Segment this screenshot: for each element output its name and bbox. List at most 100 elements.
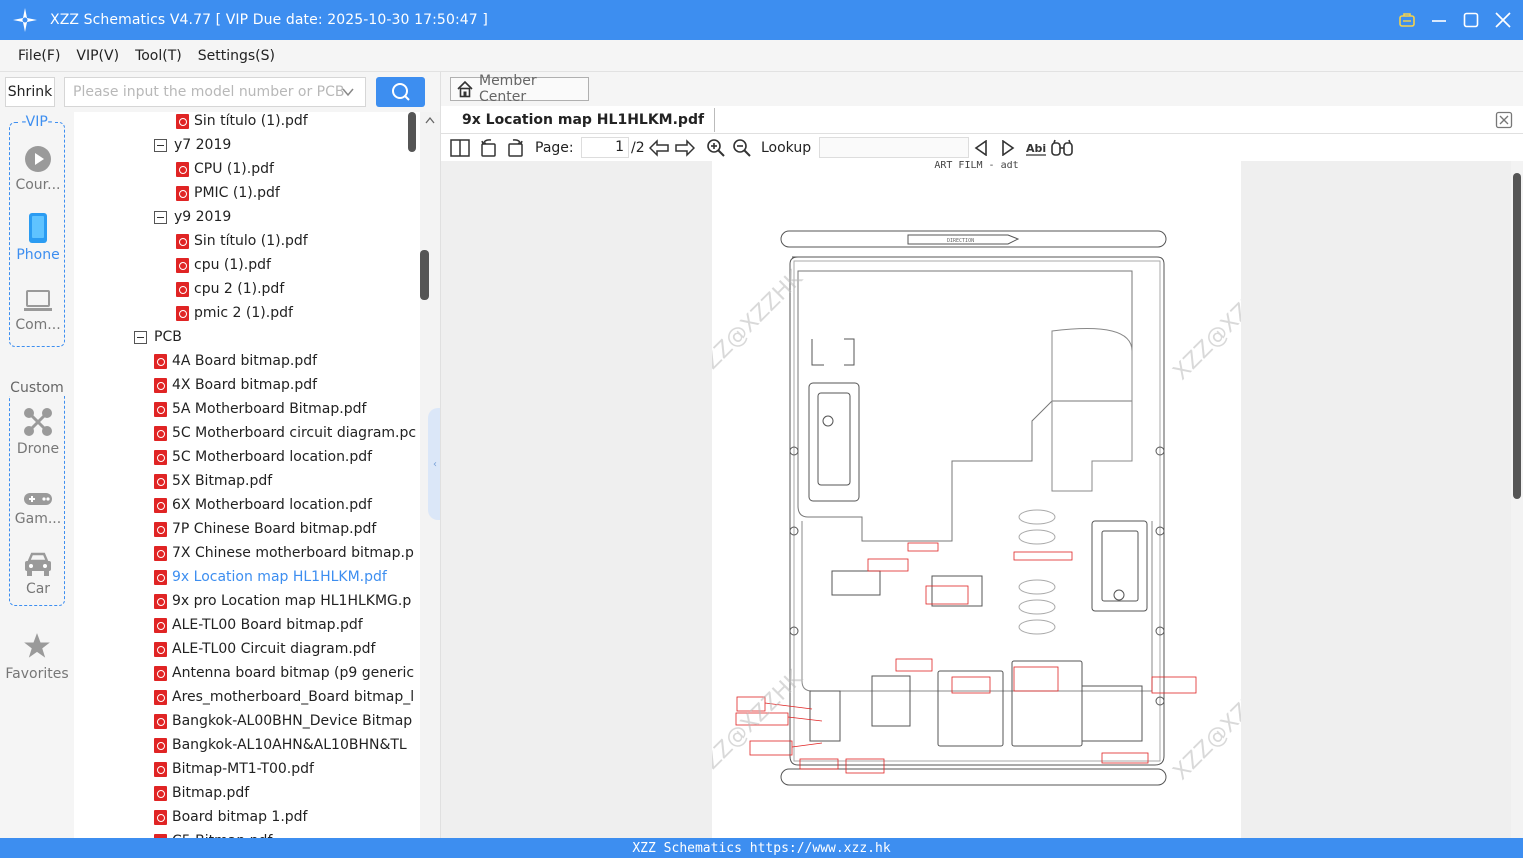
tree-item-label: ALE-TL00 Circuit diagram.pdf: [172, 641, 376, 657]
favorites-button[interactable]: Favorites: [0, 630, 74, 682]
tree-file[interactable]: Sin título (1).pdf: [176, 112, 308, 133]
tree-item-label: 7P Chinese Board bitmap.pdf: [172, 521, 377, 537]
minimize-icon[interactable]: [1429, 10, 1449, 30]
tree-item-label: Bitmap-MT1-T00.pdf: [172, 761, 314, 777]
search-button[interactable]: [376, 77, 425, 107]
tree-file[interactable]: cpu (1).pdf: [176, 253, 271, 277]
document-canvas[interactable]: ART FILM - adt DIRECTION XZZ@XZZHK XZZ@X…: [440, 161, 1511, 838]
find-next-icon[interactable]: [1001, 137, 1015, 159]
pdf-file-icon: [154, 521, 167, 537]
tree-item-label: 6X Motherboard location.pdf: [172, 497, 372, 513]
page-number-input[interactable]: 1: [581, 137, 629, 158]
tree-file[interactable]: 4A Board bitmap.pdf: [154, 349, 317, 373]
collapse-toggle-icon[interactable]: [154, 138, 167, 152]
find-previous-icon[interactable]: [974, 137, 988, 159]
close-tab-icon[interactable]: [1495, 111, 1513, 129]
board-location-map: DIRECTION XZZ@XZZHK XZZ@XZZHK XZZ@XZZHK …: [712, 230, 1241, 786]
tree-file[interactable]: Bitmap-MT1-T00.pdf: [154, 757, 314, 781]
tree-item-label: cpu (1).pdf: [194, 257, 271, 273]
tree-file[interactable]: 4X Board bitmap.pdf: [154, 373, 317, 397]
pdf-file-icon: [154, 449, 167, 465]
tree-file[interactable]: ALE-TL00 Circuit diagram.pdf: [154, 637, 376, 661]
zoom-in-icon[interactable]: [706, 137, 726, 159]
rotate-left-icon[interactable]: [479, 137, 499, 159]
category-courses[interactable]: Cour...: [10, 143, 66, 193]
tree-file[interactable]: pmic 2 (1).pdf: [176, 301, 293, 325]
tree-file[interactable]: 5C Motherboard location.pdf: [154, 445, 372, 469]
tree-item-label: 5C Motherboard location.pdf: [172, 449, 373, 465]
tree-file[interactable]: Bangkok-AL00BHN_Device Bitmap: [154, 709, 412, 733]
star-icon: [0, 630, 74, 660]
tree-item-label: Board bitmap 1.pdf: [172, 809, 308, 825]
lookup-input[interactable]: [819, 137, 969, 158]
tree-scrollbar-thumb[interactable]: [420, 250, 429, 300]
vip-group-title: -VIP-: [19, 114, 55, 130]
rotate-right-icon[interactable]: [505, 137, 525, 159]
tree-item-label: PCB: [154, 329, 182, 345]
tree-file[interactable]: 5X Bitmap.pdf: [154, 469, 272, 493]
next-page-icon[interactable]: [675, 137, 695, 159]
category-game[interactable]: Gam...: [10, 477, 66, 527]
tree-file[interactable]: PMIC (1).pdf: [176, 181, 280, 205]
find-all-icon[interactable]: [1051, 137, 1073, 159]
tree-folder[interactable]: y9 2019: [154, 205, 231, 229]
chevron-down-icon[interactable]: [341, 85, 355, 103]
zoom-out-icon[interactable]: [732, 137, 752, 159]
document-scrollbar-thumb[interactable]: [1513, 173, 1521, 499]
tree-file[interactable]: 5C Motherboard circuit diagram.pc: [154, 421, 416, 445]
close-icon[interactable]: [1493, 10, 1513, 30]
category-car[interactable]: Car: [10, 547, 66, 597]
tree-file[interactable]: Board bitmap 1.pdf: [154, 805, 307, 829]
skin-icon[interactable]: [1397, 10, 1417, 30]
tree-folder[interactable]: PCB: [134, 325, 182, 349]
tree-file[interactable]: 7X Chinese motherboard bitmap.p: [154, 541, 414, 565]
pdf-file-icon: [154, 473, 167, 489]
menu-file[interactable]: File(F): [18, 48, 60, 64]
pdf-file-icon: [154, 401, 167, 417]
tree-file[interactable]: 9x Location map HL1HLKM.pdf: [154, 565, 387, 589]
prev-page-icon[interactable]: [649, 137, 669, 159]
menu-tool[interactable]: Tool(T): [135, 48, 182, 64]
tree-file[interactable]: Ares_motherboard_Board bitmap_l: [154, 685, 414, 709]
member-center-button[interactable]: Member Center: [450, 73, 589, 105]
tree-file[interactable]: cpu 2 (1).pdf: [176, 277, 284, 301]
tree-file[interactable]: Antenna board bitmap (p9 generic: [154, 661, 414, 685]
tree-file[interactable]: Bitmap.pdf: [154, 781, 249, 805]
tree-file[interactable]: Bangkok-AL10AHN&AL10BHN&TL: [154, 733, 407, 757]
pdf-file-icon: [176, 233, 189, 249]
search-input[interactable]: Please input the model number or PCB: [64, 77, 366, 107]
document-scrollbar[interactable]: [1511, 161, 1523, 838]
category-drone[interactable]: Drone: [10, 407, 66, 457]
match-case-icon[interactable]: Abi: [1025, 137, 1047, 159]
category-phone[interactable]: Phone: [10, 213, 66, 263]
menu-settings[interactable]: Settings(S): [198, 48, 275, 64]
category-rail: -VIP- Cour... Phone Com... Custom Drone …: [0, 112, 74, 838]
tree-file[interactable]: CPU (1).pdf: [176, 157, 274, 181]
collapse-toggle-icon[interactable]: [154, 210, 167, 224]
tree-file[interactable]: C5 Bitmap.pdf: [154, 829, 272, 838]
collapse-toggle-icon[interactable]: [134, 330, 147, 344]
tree-hscroll-thumb[interactable]: [408, 112, 416, 152]
tree-item-label: Antenna board bitmap (p9 generic: [172, 665, 415, 681]
tree-item-label: Bangkok-AL10AHN&AL10BHN&TL: [172, 737, 407, 753]
menu-vip[interactable]: VIP(V): [76, 48, 119, 64]
laptop-icon: [10, 283, 66, 313]
menu-bar: File(F) VIP(V) Tool(T) Settings(S): [0, 40, 1523, 72]
search-bar: Shrink Please input the model number or …: [0, 72, 440, 112]
tree-file[interactable]: 7P Chinese Board bitmap.pdf: [154, 517, 376, 541]
search-icon: [391, 83, 410, 101]
pdf-file-icon: [154, 593, 167, 609]
tree-file[interactable]: 6X Motherboard location.pdf: [154, 493, 372, 517]
tree-file[interactable]: Sin título (1).pdf: [176, 229, 308, 253]
tab-document[interactable]: 9x Location map HL1HLKM.pdf: [452, 108, 716, 132]
maximize-icon[interactable]: [1461, 10, 1481, 30]
tree-file[interactable]: ALE-TL00 Board bitmap.pdf: [154, 613, 363, 637]
sidebar-toggle-icon[interactable]: [450, 137, 470, 159]
scroll-up-icon[interactable]: [420, 112, 440, 128]
tree-file[interactable]: 9x pro Location map HL1HLKMG.p: [154, 589, 411, 613]
tree-folder[interactable]: y7 2019: [154, 133, 231, 157]
shrink-button[interactable]: Shrink: [5, 77, 55, 107]
tree-file[interactable]: 5A Motherboard Bitmap.pdf: [154, 397, 366, 421]
category-computer[interactable]: Com...: [10, 283, 66, 333]
tree-item-label: 5X Bitmap.pdf: [172, 473, 273, 489]
